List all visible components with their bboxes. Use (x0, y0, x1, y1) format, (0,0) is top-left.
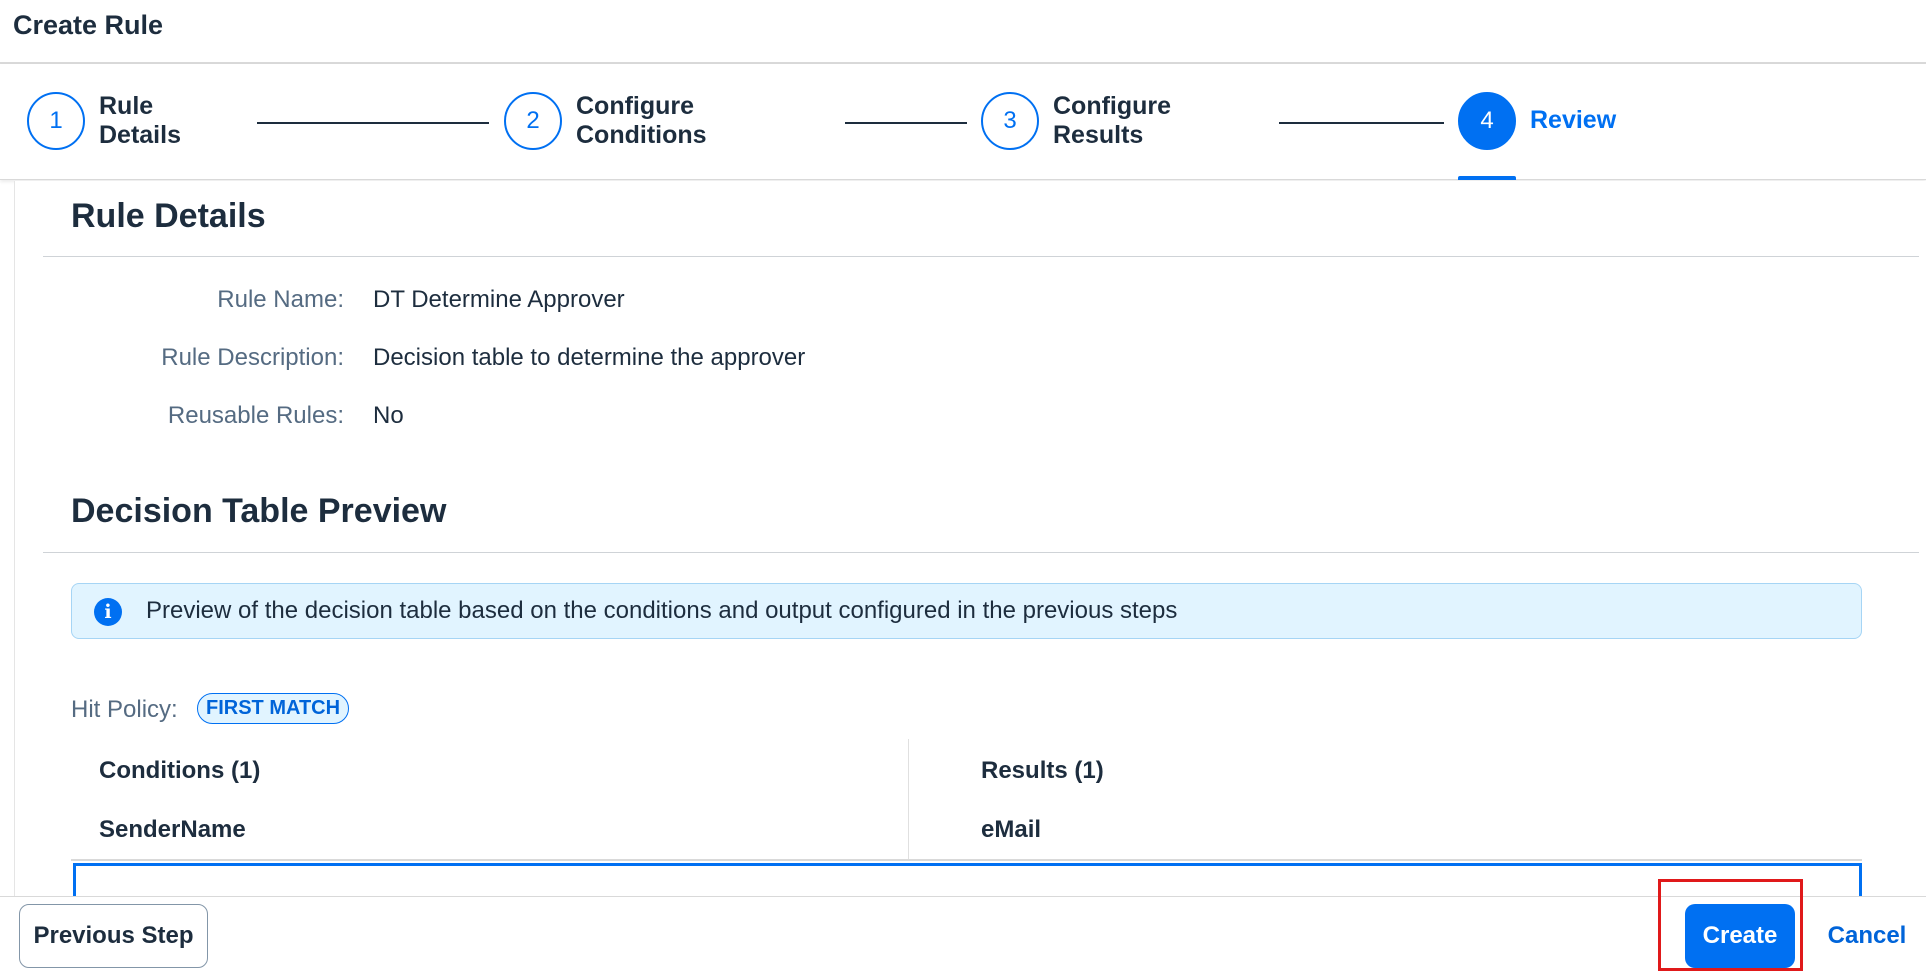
hit-policy-badge: FIRST MATCH (197, 693, 350, 724)
step-number: 3 (981, 92, 1039, 150)
wizard-step-configure-conditions[interactable]: 2 Configure Conditions (504, 64, 804, 180)
info-icon: i (94, 598, 122, 626)
info-message-strip: i Preview of the decision table based on… (71, 583, 1862, 639)
footer-toolbar: Previous Step Create Cancel (0, 879, 1926, 972)
step-number: 4 (1458, 92, 1516, 150)
wizard-step-review[interactable]: 4 Review (1458, 64, 1678, 180)
step-number: 2 (504, 92, 562, 150)
rule-description-value: Decision table to determine the approver (373, 344, 806, 371)
column-divider (908, 739, 909, 859)
title-bar: Create Rule (0, 0, 1926, 64)
step-connector (1279, 122, 1444, 124)
rule-description-row: Rule Description: Decision table to dete… (15, 344, 1215, 384)
step-label: Configure Conditions (576, 92, 707, 149)
rule-details-heading: Rule Details (71, 197, 266, 235)
field-label: Rule Description: (161, 344, 344, 371)
page-title: Create Rule (13, 10, 164, 40)
section-divider (43, 552, 1919, 553)
cancel-button[interactable]: Cancel (1812, 904, 1922, 968)
reusable-rules-row: Reusable Rules: No (15, 402, 1215, 442)
decision-table-heading: Decision Table Preview (71, 492, 447, 530)
reusable-rules-value: No (373, 402, 404, 429)
review-content: Rule Details Rule Name: DT Determine App… (14, 181, 1926, 896)
step-connector (257, 122, 489, 124)
create-button[interactable]: Create (1685, 904, 1795, 968)
rule-name-row: Rule Name: DT Determine Approver (15, 286, 1215, 326)
wizard-progress: 1 Rule Details 2 Configure Conditions 3 … (0, 64, 1926, 180)
info-message-text: Preview of the decision table based on t… (146, 597, 1178, 624)
field-label: Reusable Rules: (167, 402, 344, 429)
conditions-header: Conditions (1) (99, 757, 261, 784)
step-connector (845, 122, 967, 124)
results-header: Results (1) (981, 757, 1104, 784)
result-column-email: eMail (981, 816, 1042, 843)
table-row[interactable] (73, 863, 1862, 896)
hit-policy-label: Hit Policy: (71, 696, 178, 723)
rule-name-value: DT Determine Approver (373, 286, 625, 313)
step-number: 1 (27, 92, 85, 150)
wizard-step-configure-results[interactable]: 3 Configure Results (981, 64, 1281, 180)
field-label: Rule Name: (217, 286, 344, 313)
step-label: Rule Details (99, 92, 181, 149)
previous-step-button[interactable]: Previous Step (19, 904, 208, 968)
wizard-step-rule-details[interactable]: 1 Rule Details (27, 64, 247, 180)
section-divider (43, 256, 1919, 257)
step-label: Configure Results (1053, 92, 1172, 149)
step-label: Review (1530, 106, 1617, 134)
active-step-indicator (1458, 176, 1516, 180)
condition-column-sendername: SenderName (99, 816, 246, 843)
table-header-divider (71, 859, 1862, 861)
